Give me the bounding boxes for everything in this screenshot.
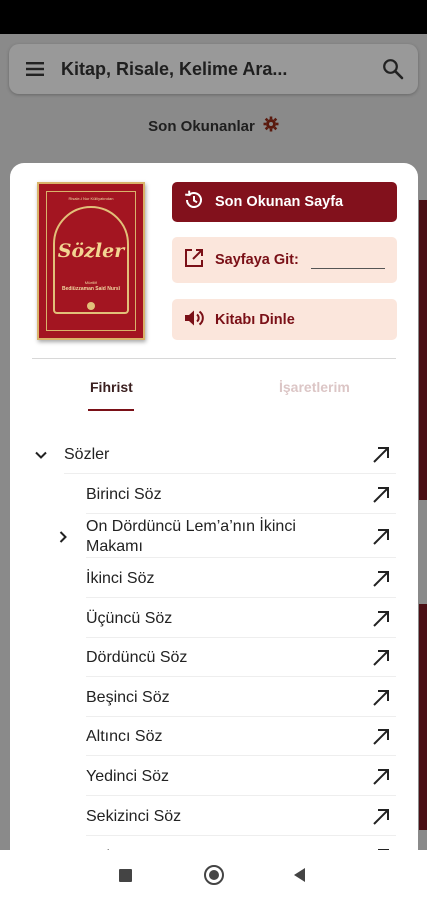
recent-section-header: Son Okunanlar — [0, 116, 427, 136]
open-arrow-icon[interactable] — [370, 484, 392, 506]
divider — [32, 358, 396, 359]
side-book-edge — [419, 200, 427, 500]
book-cover: Risale-i Nur Külliyatından Sözler Müelli… — [37, 182, 145, 340]
toc-row[interactable]: Sözler — [10, 435, 418, 474]
open-external-icon — [183, 247, 205, 273]
open-arrow-icon[interactable] — [370, 526, 392, 548]
system-nav-bar — [0, 850, 427, 900]
toc-item-label: On Dördüncü Lem’a’nın İkinci Makamı — [86, 517, 296, 555]
tab-bookmarks[interactable]: İşaretlerim — [279, 379, 350, 395]
last-read-page-label: Son Okunan Sayfa — [215, 194, 344, 210]
toc-item-label: İkinci Söz — [86, 569, 155, 587]
listen-book-label: Kitabı Dinle — [215, 311, 295, 328]
toc-item-label: Sekizinci Söz — [86, 807, 182, 825]
open-arrow-icon[interactable] — [370, 647, 392, 669]
row-divider — [86, 513, 396, 514]
menu-icon[interactable] — [9, 61, 61, 77]
chevron-down-icon[interactable] — [34, 451, 48, 459]
toc-row[interactable]: Birinci Söz — [10, 475, 418, 514]
row-divider — [86, 755, 396, 756]
row-divider — [64, 473, 396, 474]
open-arrow-icon[interactable] — [370, 806, 392, 828]
toc-row[interactable]: Dördüncü Söz — [10, 638, 418, 677]
toc-row[interactable]: Sekizinci Söz — [10, 797, 418, 836]
open-arrow-icon[interactable] — [370, 608, 392, 630]
search-bar[interactable]: Kitap, Risale, Kelime Ara... — [9, 44, 418, 94]
search-icon[interactable] — [368, 58, 418, 80]
cover-top-text: Risale-i Nur Külliyatından — [68, 196, 114, 201]
recent-title: Son Okunanlar — [148, 117, 255, 135]
side-book-edge — [419, 604, 427, 830]
tab-indicator — [88, 409, 134, 411]
open-arrow-icon[interactable] — [370, 766, 392, 788]
cover-title: Sözler — [57, 240, 125, 262]
toc-row[interactable]: Altıncı Söz — [10, 717, 418, 756]
page-number-input[interactable] — [310, 251, 385, 269]
open-arrow-icon[interactable] — [370, 687, 392, 709]
back-triangle-icon[interactable] — [294, 868, 305, 882]
recents-square-icon[interactable] — [119, 869, 132, 882]
history-icon — [183, 189, 205, 215]
toc-item-label: Sözler — [64, 445, 110, 463]
chevron-right-icon[interactable] — [56, 530, 70, 543]
search-input[interactable]: Kitap, Risale, Kelime Ara... — [61, 59, 368, 80]
open-arrow-icon[interactable] — [370, 444, 392, 466]
go-to-page-label: Sayfaya Git: — [215, 252, 299, 268]
volume-icon — [183, 307, 205, 333]
toc-item-label: Dördüncü Söz — [86, 648, 188, 666]
toc-row[interactable]: On Dördüncü Lem’a’nın İkinci Makamı — [10, 515, 418, 558]
toc-row[interactable]: Yedinci Söz — [10, 757, 418, 796]
toc-item-label: Birinci Söz — [86, 485, 162, 503]
row-divider — [86, 795, 396, 796]
row-divider — [86, 557, 396, 558]
home-circle-icon[interactable] — [204, 865, 224, 885]
cover-author-name: Bediüzzaman Said Nursî — [61, 286, 121, 292]
toc-item-label: Üçüncü Söz — [86, 609, 173, 627]
last-read-page-button[interactable]: Son Okunan Sayfa — [172, 182, 397, 222]
row-divider — [86, 676, 396, 677]
settings-gear-icon[interactable] — [263, 116, 279, 136]
cover-author-label: Müellifi — [84, 280, 98, 285]
book-bottom-sheet: Risale-i Nur Külliyatından Sözler Müelli… — [10, 163, 418, 863]
toc-row[interactable]: İkinci Söz — [10, 559, 418, 598]
listen-book-button[interactable]: Kitabı Dinle — [172, 299, 397, 340]
toc-item-label: Beşinci Söz — [86, 688, 170, 706]
tab-index[interactable]: Fihrist — [90, 379, 133, 395]
toc-row[interactable]: Beşinci Söz — [10, 678, 418, 717]
go-to-page-button[interactable]: Sayfaya Git: — [172, 237, 397, 283]
cover-emblem-icon — [87, 302, 95, 310]
toc-item-label: Yedinci Söz — [86, 767, 170, 785]
toc-row[interactable]: Üçüncü Söz — [10, 599, 418, 638]
toc-item-label: Altıncı Söz — [86, 727, 163, 745]
open-arrow-icon[interactable] — [370, 568, 392, 590]
status-bar — [0, 0, 427, 34]
row-divider — [86, 835, 396, 836]
open-arrow-icon[interactable] — [370, 726, 392, 748]
row-divider — [86, 597, 396, 598]
